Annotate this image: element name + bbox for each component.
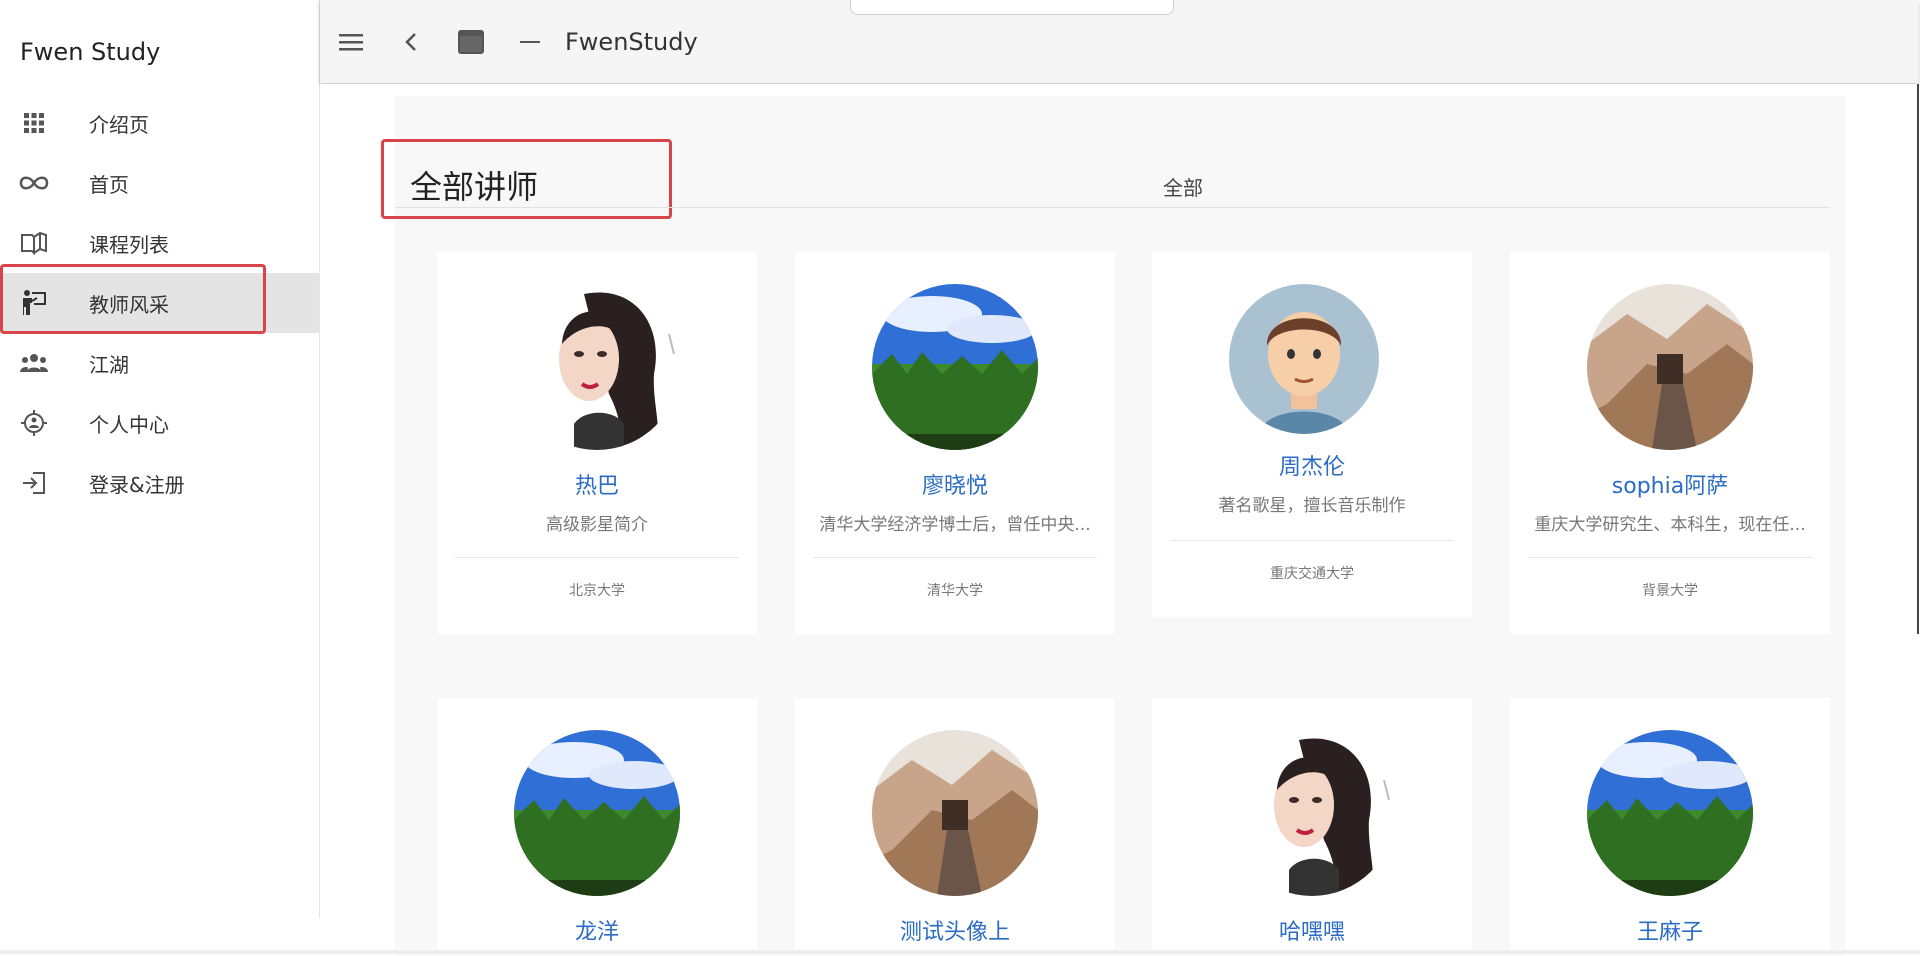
card-divider bbox=[1170, 540, 1454, 541]
top-tab-handle bbox=[850, 0, 1174, 15]
teacher-name[interactable]: 龙洋 bbox=[437, 914, 757, 946]
section-divider bbox=[395, 207, 1830, 208]
crosshair-person-icon bbox=[18, 407, 50, 439]
card-divider bbox=[1528, 557, 1812, 558]
teacher-name[interactable]: 周杰伦 bbox=[1152, 449, 1472, 481]
teacher-avatar bbox=[872, 730, 1038, 896]
sidebar-item-home[interactable]: 首页 bbox=[0, 153, 319, 213]
teacher-name[interactable]: 哈嘿嘿 bbox=[1152, 914, 1472, 946]
login-icon bbox=[18, 467, 50, 499]
teacher-avatar bbox=[1587, 284, 1753, 450]
teacher-school: 背景大学 bbox=[1642, 583, 1698, 599]
teacher-avatar bbox=[1587, 730, 1753, 896]
sidebar-item-label: 教师风采 bbox=[89, 292, 169, 317]
teacher-desc: 重庆大学研究生、本科生，现在任... bbox=[1534, 515, 1806, 535]
teacher-avatar bbox=[1229, 730, 1395, 896]
sidebar-item-label: 个人中心 bbox=[89, 412, 169, 437]
window-icon[interactable] bbox=[455, 26, 487, 58]
teacher-name[interactable]: 王麻子 bbox=[1510, 914, 1830, 946]
teacher-card[interactable]: 测试头像上 bbox=[795, 698, 1115, 954]
minimize-icon[interactable] bbox=[514, 26, 546, 58]
teacher-card[interactable]: 哈嘿嘿 bbox=[1152, 698, 1472, 954]
menu-icon[interactable] bbox=[335, 26, 367, 58]
teacher-card[interactable]: 廖晓悦 清华大学经济学博士后，曾任中央... 清华大学 bbox=[795, 252, 1115, 634]
sidebar-item-label: 介绍页 bbox=[89, 112, 149, 137]
teacher-avatar bbox=[514, 284, 680, 450]
teacher-school: 重庆交通大学 bbox=[1270, 566, 1354, 582]
scrollbar[interactable] bbox=[1917, 84, 1919, 634]
sidebar-item-label: 课程列表 bbox=[89, 232, 169, 257]
teacher-desc: 清华大学经济学博士后，曾任中央... bbox=[819, 515, 1091, 535]
card-divider bbox=[813, 557, 1097, 558]
teacher-name[interactable]: 热巴 bbox=[437, 468, 757, 500]
card-divider bbox=[455, 557, 739, 558]
page-title: 全部讲师 bbox=[410, 168, 539, 206]
people-icon bbox=[18, 347, 50, 379]
sidebar-item-course-list[interactable]: 课程列表 bbox=[0, 213, 319, 273]
sidebar-item-jianghu[interactable]: 江湖 bbox=[0, 333, 319, 393]
bottom-strip bbox=[0, 950, 1920, 954]
teacher-desc: 著名歌星，擅长音乐制作 bbox=[1218, 496, 1406, 516]
sidebar-item-label: 江湖 bbox=[89, 352, 129, 377]
teacher-card[interactable]: sophia阿萨 重庆大学研究生、本科生，现在任... 背景大学 bbox=[1510, 252, 1830, 634]
sidebar-item-profile[interactable]: 个人中心 bbox=[0, 393, 319, 453]
infinity-icon bbox=[18, 167, 50, 199]
teacher-card[interactable]: 王麻子 bbox=[1510, 698, 1830, 954]
book-open-icon bbox=[18, 227, 50, 259]
teacher-name[interactable]: 廖晓悦 bbox=[795, 468, 1115, 500]
teacher-avatar bbox=[872, 284, 1038, 450]
teacher-card[interactable]: 热巴 高级影星简介 北京大学 bbox=[437, 252, 757, 634]
teacher-avatar bbox=[514, 730, 680, 896]
sidebar-item-label: 首页 bbox=[89, 172, 129, 197]
filter-all-button[interactable]: 全部 bbox=[1163, 172, 1203, 201]
back-icon[interactable] bbox=[395, 26, 427, 58]
sidebar: Fwen Study 介绍页 首页 课程列表 教师风采 江湖 个人中心 登录&注… bbox=[0, 0, 320, 918]
teacher-school: 清华大学 bbox=[927, 583, 983, 599]
teacher-school: 北京大学 bbox=[569, 583, 625, 599]
teacher-icon bbox=[18, 287, 50, 319]
teacher-name[interactable]: sophia阿萨 bbox=[1510, 468, 1830, 500]
grid-icon bbox=[18, 107, 50, 139]
teacher-avatar bbox=[1229, 284, 1379, 434]
teacher-card[interactable]: 周杰伦 著名歌星，擅长音乐制作 重庆交通大学 bbox=[1152, 252, 1472, 617]
app-title: Fwen Study bbox=[20, 38, 161, 66]
sidebar-item-label: 登录&注册 bbox=[89, 472, 185, 497]
teacher-card[interactable]: 龙洋 bbox=[437, 698, 757, 954]
sidebar-item-teachers[interactable]: 教师风采 bbox=[0, 273, 319, 333]
app-bar-title: FwenStudy bbox=[565, 28, 698, 56]
sidebar-item-intro[interactable]: 介绍页 bbox=[0, 93, 319, 153]
teacher-desc: 高级影星简介 bbox=[546, 515, 648, 535]
sidebar-item-login-register[interactable]: 登录&注册 bbox=[0, 453, 319, 513]
teacher-name[interactable]: 测试头像上 bbox=[795, 914, 1115, 946]
